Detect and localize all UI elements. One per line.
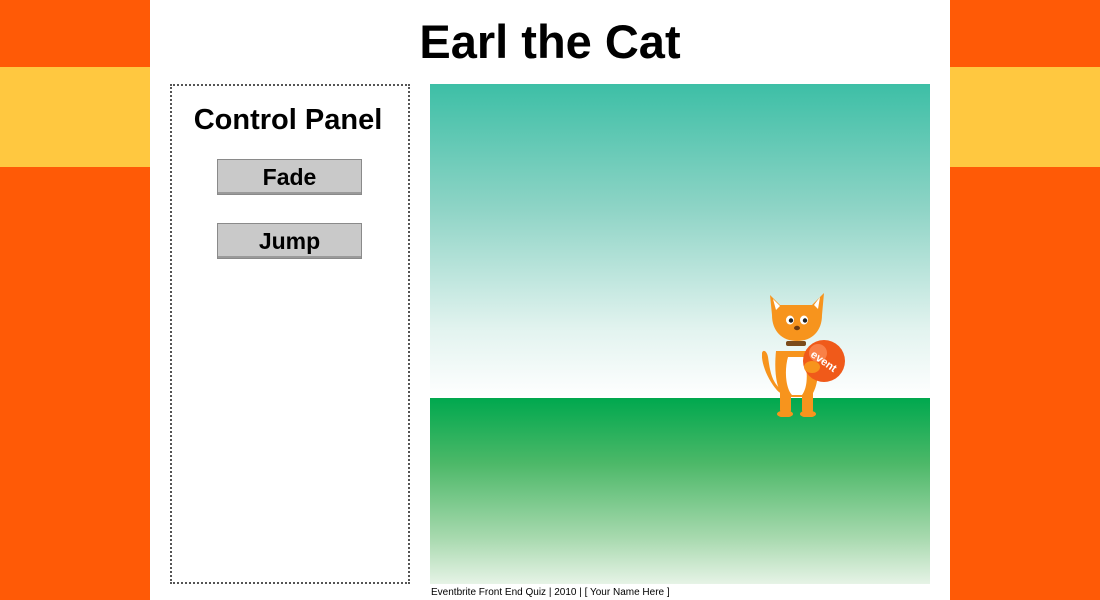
sky (430, 84, 930, 398)
page-title: Earl the Cat (419, 15, 681, 68)
footer-credit: Eventbrite Front End Quiz | 2010 | [ You… (431, 587, 670, 598)
jump-button[interactable]: Jump (217, 223, 362, 259)
earl-cat-icon: event (762, 293, 845, 417)
control-panel: Control Panel Fade Jump (170, 84, 410, 584)
cat-stage: event (430, 84, 930, 584)
fade-button[interactable]: Fade (217, 159, 362, 195)
ground (430, 398, 930, 584)
page-container: Earl the Cat Control Panel Fade Jump eve… (150, 0, 950, 600)
control-panel-title: Control Panel (193, 104, 383, 136)
